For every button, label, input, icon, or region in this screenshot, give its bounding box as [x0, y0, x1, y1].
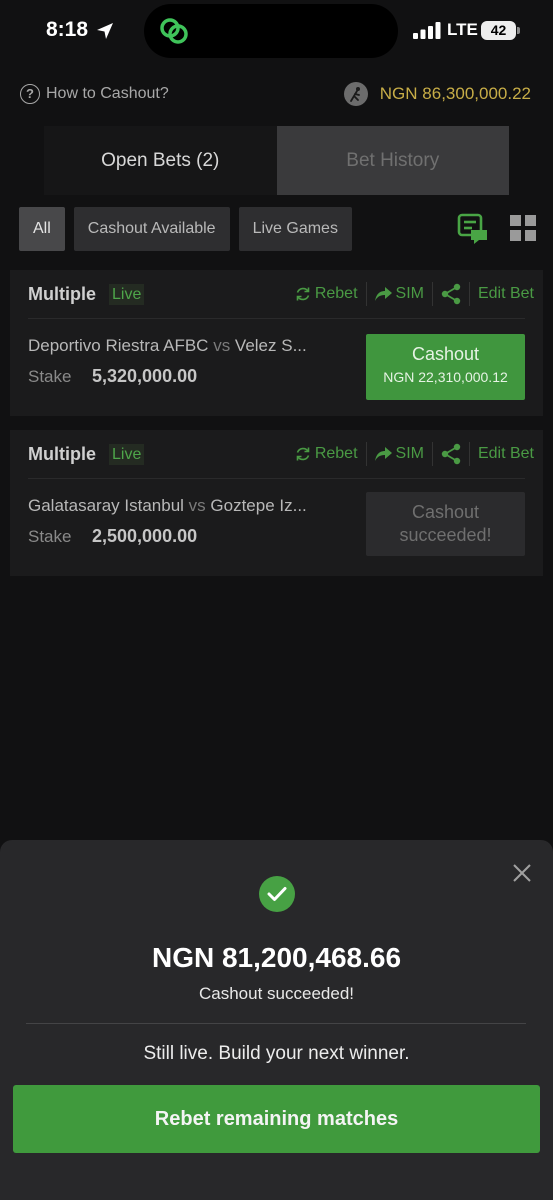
bet-card[interactable]: Multiple Live Rebet SIM — [10, 430, 543, 576]
vs-label: vs — [213, 336, 231, 355]
avatar[interactable] — [343, 82, 368, 106]
cashout-status: Cashout succeeded! — [199, 984, 354, 1003]
rebet-button[interactable]: Rebet — [295, 285, 358, 303]
how-to-cashout-label: How to Cashout? — [46, 85, 169, 102]
home-team: Galatasaray Istanbul — [28, 496, 184, 515]
cashout-amount-total: NGN 81,200,468.66 — [151, 942, 402, 973]
close-icon[interactable] — [511, 862, 533, 884]
cashout-done-line1: Cashout — [411, 502, 480, 522]
question-circle-icon: ? — [20, 84, 40, 104]
location-arrow-icon — [97, 23, 113, 39]
sim-label: SIM — [395, 445, 424, 462]
away-team: Velez S... — [234, 336, 307, 355]
stake-amount: 2,500,000.00 — [92, 526, 198, 546]
tab-open-bets[interactable]: Open Bets (2) — [44, 126, 277, 195]
bet-type: Multiple — [28, 284, 96, 304]
battery-level: 42 — [490, 22, 507, 38]
cashout-amount: NGN 22,310,000.12 — [383, 369, 508, 385]
cellular-signal-icon — [413, 22, 441, 39]
share-arrow-icon — [374, 446, 392, 461]
network-type: LTE — [447, 20, 478, 39]
refresh-icon — [296, 447, 310, 461]
card-divider — [28, 318, 525, 319]
filter-live-games[interactable]: Live Games — [238, 207, 352, 251]
bet-actions: Rebet SIM Edit Bet — [295, 282, 534, 306]
grid-view-icon[interactable] — [509, 214, 537, 242]
action-separator — [431, 442, 433, 466]
sheet-divider — [26, 1023, 526, 1024]
card-divider — [28, 478, 525, 479]
filter-chips: All Cashout Available Live Games — [19, 207, 352, 251]
stake-label: Stake — [28, 367, 72, 386]
cashout-success-sheet: NGN 81,200,468.66 Cashout succeeded! Sti… — [0, 840, 553, 1200]
bet-card-header: Multiple Live Rebet SIM Edit Bet — [10, 430, 543, 478]
how-to-cashout-link[interactable]: ? How to Cashout? — [20, 84, 169, 104]
status-bar: 8:18 LTE 42 — [0, 0, 553, 64]
edit-bet-button[interactable]: Edit Bet — [478, 445, 534, 463]
battery-icon: 42 — [481, 21, 520, 40]
vs-label: vs — [188, 496, 206, 515]
sim-button[interactable]: SIM — [374, 285, 424, 303]
action-separator — [365, 282, 367, 306]
success-check-icon — [259, 876, 295, 912]
bet-card[interactable]: Multiple Live Rebet SIM — [10, 270, 543, 416]
share-icon[interactable] — [441, 443, 461, 465]
chat-list-icon[interactable] — [457, 212, 489, 244]
rebet-label: Rebet — [314, 445, 358, 462]
cashout-button[interactable]: Cashout NGN 22,310,000.12 — [366, 334, 525, 400]
view-toggle — [457, 212, 537, 244]
bet-card-header: Multiple Live Rebet SIM Edit Bet — [10, 270, 543, 318]
live-badge: Live — [109, 284, 145, 305]
bet-actions: Rebet SIM Edit Bet — [295, 442, 534, 466]
bets-tabs: Open Bets (2) Bet History — [44, 126, 509, 195]
status-time: 8:18 — [46, 18, 89, 41]
action-separator — [468, 442, 470, 466]
balance-amount: NGN 86,300,000.22 — [379, 84, 531, 103]
match-teams: Galatasaray Istanbul vs Goztepe Iz... — [28, 496, 307, 516]
action-separator — [431, 282, 433, 306]
cashout-label: Cashout — [411, 344, 480, 364]
rebet-button[interactable]: Rebet — [295, 445, 358, 463]
rebet-remaining-button[interactable]: Rebet remaining matches — [13, 1085, 540, 1153]
edit-bet-button[interactable]: Edit Bet — [478, 285, 534, 303]
stake-label: Stake — [28, 527, 72, 546]
stake-amount: 5,320,000.00 — [92, 366, 198, 386]
user-figure-icon — [349, 87, 360, 102]
sim-label: SIM — [395, 285, 424, 302]
cashout-done-line2: succeeded! — [399, 525, 492, 545]
away-team: Goztepe Iz... — [210, 496, 307, 515]
match-teams: Deportivo Riestra AFBC vs Velez S... — [28, 336, 307, 356]
share-icon[interactable] — [441, 283, 461, 305]
home-team: Deportivo Riestra AFBC — [28, 336, 209, 355]
sheet-tagline: Still live. Build your next winner. — [143, 1043, 410, 1064]
filter-all[interactable]: All — [19, 207, 65, 251]
account-balance: NGN 86,300,000.22 — [343, 82, 531, 106]
live-badge: Live — [109, 444, 145, 465]
refresh-icon — [296, 287, 310, 301]
bet-type: Multiple — [28, 444, 96, 464]
share-arrow-icon — [374, 286, 392, 301]
sim-button[interactable]: SIM — [374, 445, 424, 463]
app-link-icon — [160, 18, 188, 44]
action-separator — [365, 442, 367, 466]
action-separator — [468, 282, 470, 306]
rebet-label: Rebet — [314, 285, 358, 302]
dynamic-island — [144, 4, 398, 58]
cashout-succeeded-button: Cashout succeeded! — [366, 492, 525, 556]
filter-cashout-available[interactable]: Cashout Available — [73, 207, 230, 251]
tab-bet-history[interactable]: Bet History — [276, 126, 509, 195]
